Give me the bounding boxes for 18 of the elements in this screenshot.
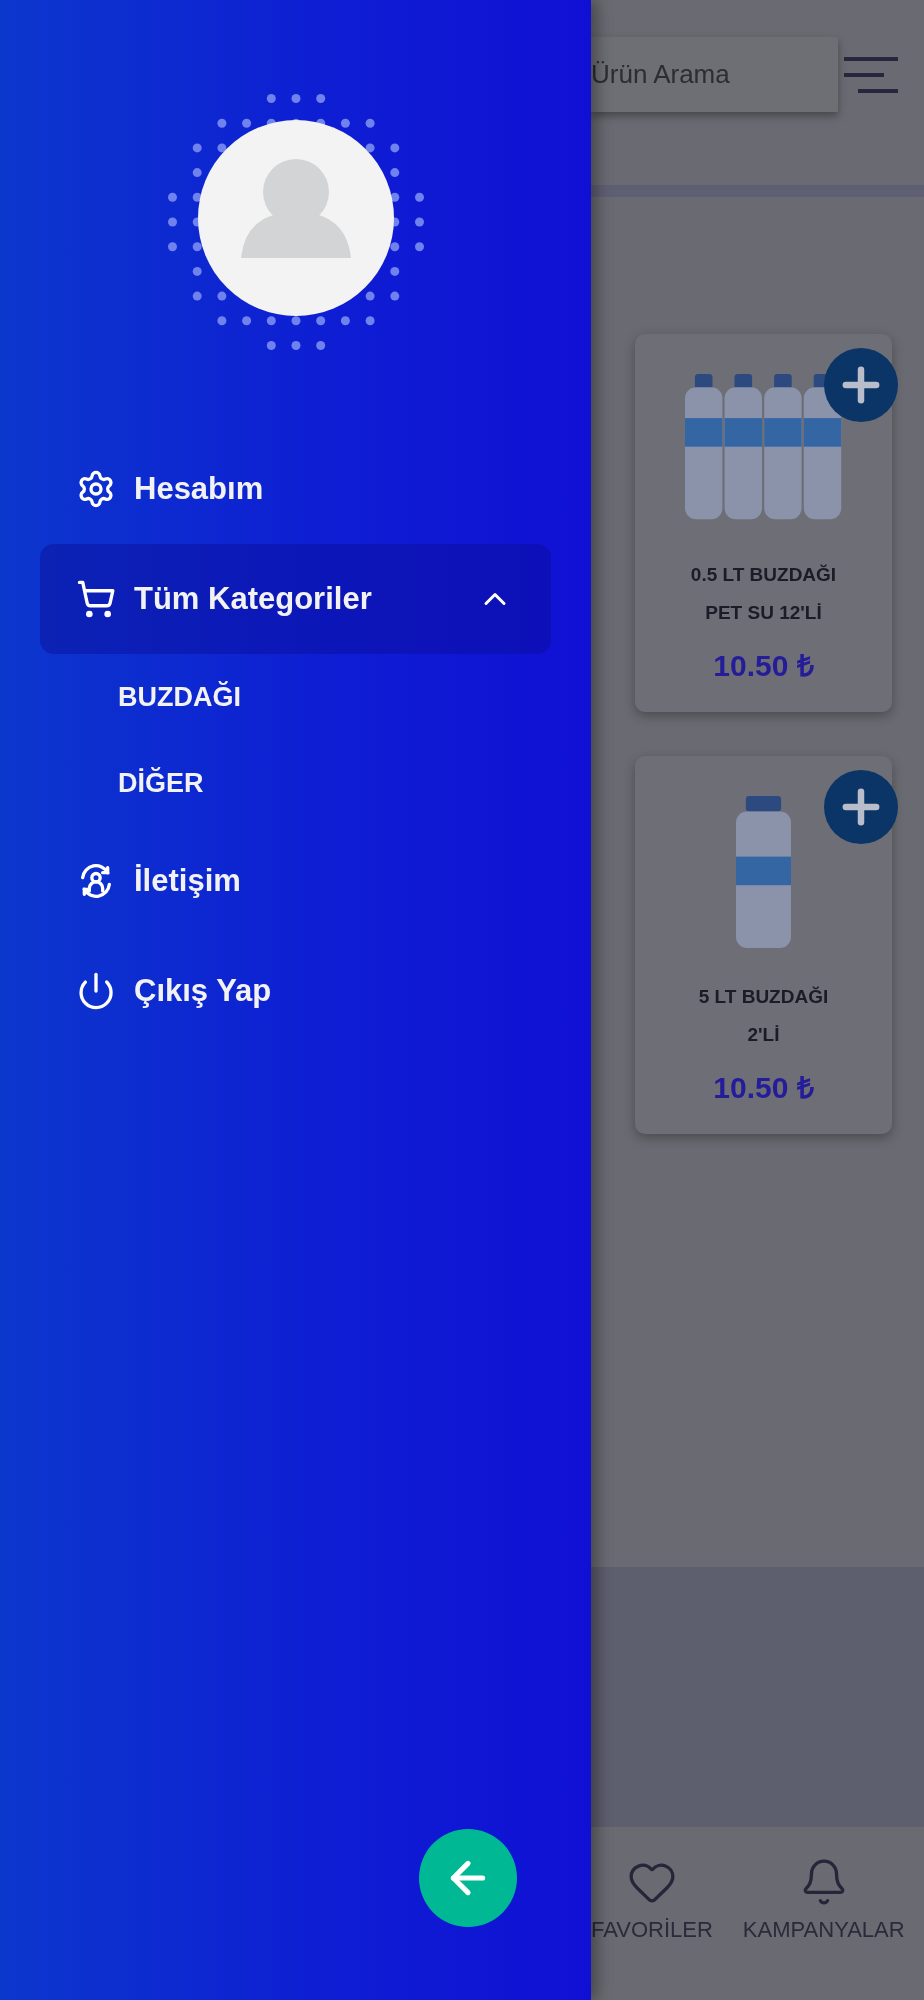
- menu-icon[interactable]: [842, 55, 900, 95]
- menu-label: İletişim: [134, 863, 242, 899]
- menu-item[interactable]: İletişim: [40, 826, 551, 936]
- menu-label: Tüm Kategoriler: [134, 581, 373, 617]
- cart-icon: [76, 579, 116, 619]
- menu-item[interactable]: Çıkış Yap: [40, 936, 551, 1046]
- menu-label: Çıkış Yap: [134, 973, 273, 1009]
- menu-item[interactable]: Tüm Kategoriler: [40, 544, 551, 654]
- product-price: 10.50 ₺: [713, 648, 814, 684]
- product-name: 0.5 LT BUZDAĞI PET SU 12'Lİ: [690, 563, 837, 625]
- submenu-item[interactable]: BUZDAĞI: [40, 654, 241, 740]
- product-name: 5 LT BUZDAĞI 2'Lİ: [698, 985, 829, 1047]
- menu-label: Hesabım: [134, 471, 265, 507]
- submenu-item[interactable]: DİĞER: [40, 740, 204, 826]
- power-icon: [76, 971, 116, 1011]
- menu-item[interactable]: Hesabım: [40, 434, 551, 544]
- settings-icon: [76, 469, 116, 509]
- product-price: 10.50 ₺: [713, 1070, 814, 1106]
